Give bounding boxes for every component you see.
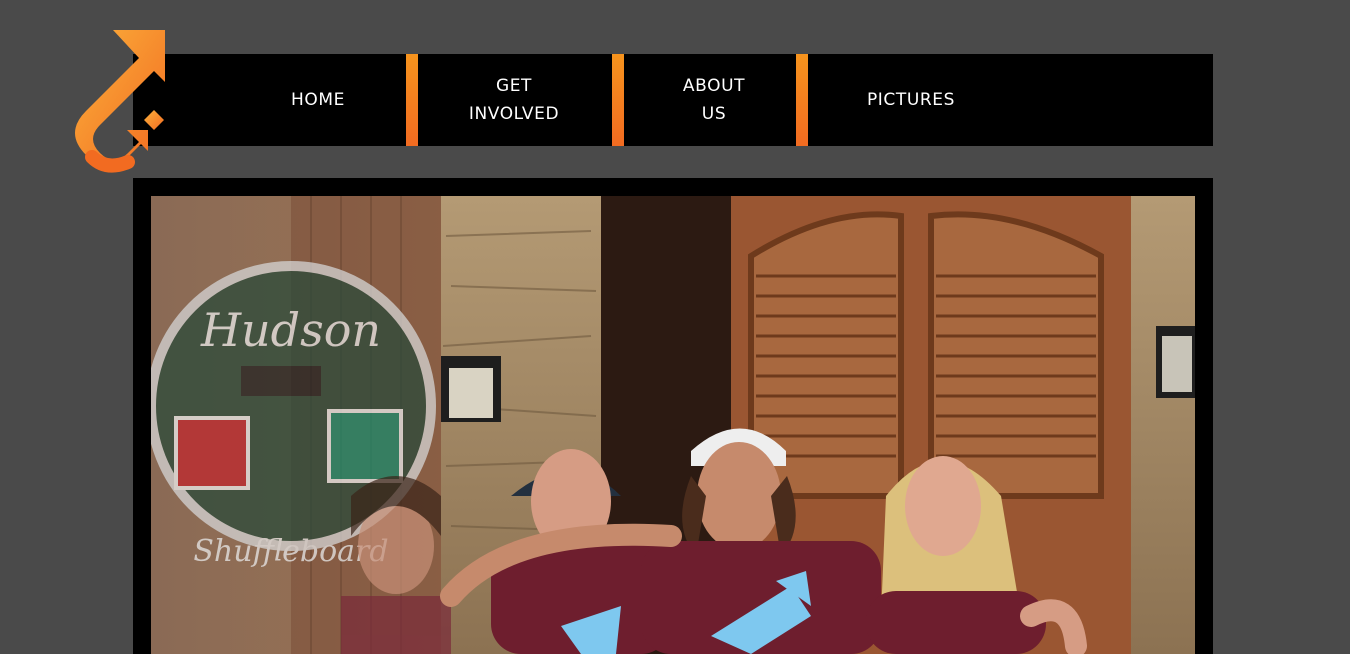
nav-divider — [406, 54, 418, 146]
sign-text: Hudson — [200, 303, 381, 357]
nav-divider — [796, 54, 808, 146]
page: HOME GET INVOLVED ABOUT US PICTURES Huds… — [0, 0, 1350, 654]
nav-home-label: HOME — [291, 90, 345, 110]
nav-about-us-link[interactable]: ABOUT US — [633, 54, 795, 146]
main-navbar: HOME GET INVOLVED ABOUT US PICTURES — [133, 54, 1213, 146]
nav-pictures-label: PICTURES — [866, 90, 956, 110]
nav-about-us-label-line1: ABOUT — [682, 76, 746, 96]
nav-get-involved-link[interactable]: GET INVOLVED — [423, 54, 605, 146]
nav-about-us-label-line2: US — [701, 104, 727, 124]
nav-divider — [612, 54, 624, 146]
site-logo-icon[interactable] — [56, 26, 168, 176]
nav-pictures-link[interactable]: PICTURES — [833, 54, 989, 146]
nav-get-involved-label-line2: INVOLVED — [468, 104, 560, 124]
group-photo-image: Hudson Shuffleboard — [151, 196, 1195, 654]
nav-home-link[interactable]: HOME — [243, 54, 393, 146]
nav-get-involved-label-line1: GET — [495, 76, 533, 96]
